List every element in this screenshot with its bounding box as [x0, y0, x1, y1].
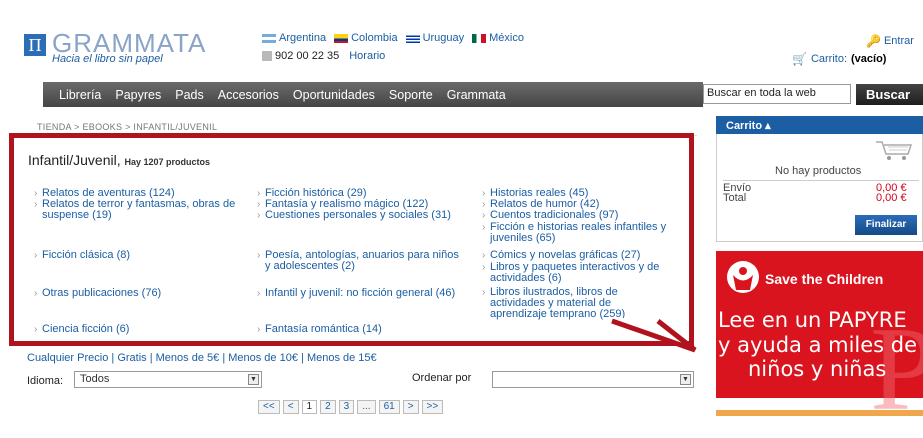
breadcrumb[interactable]: TIENDA > EBOOKS > INFANTIL/JUVENIL [37, 122, 217, 132]
horario-link[interactable]: Horario [349, 50, 385, 62]
country-uruguay[interactable]: Uruguay [405, 32, 465, 44]
nav-item-pads[interactable]: Pads [175, 88, 204, 102]
prev-page-button[interactable]: < [282, 400, 299, 414]
page-61-button[interactable]: 61 [378, 400, 400, 414]
mexico-flag-icon [472, 33, 487, 43]
country-label: Uruguay [422, 32, 465, 44]
chevron-down-icon: ▼ [248, 374, 259, 385]
nav-item-grammata[interactable]: Grammata [447, 88, 506, 102]
page-1-button[interactable]: 1 [301, 400, 318, 414]
checkout-button[interactable]: Finalizar [855, 215, 917, 235]
country-label: Colombia [351, 32, 398, 44]
language-value: Todos [80, 373, 110, 385]
first-page-button[interactable]: << [258, 400, 280, 414]
uruguay-flag-icon [405, 33, 420, 43]
ad-line-1: Lee en un PAPYRE [718, 308, 907, 332]
pagination: << < 1 2 3 ... 61 > >> [258, 400, 444, 414]
price-filter: Cualquier Precio | Gratis | Menos de 5€ … [27, 352, 377, 364]
cart-widget-title[interactable]: Carrito ▴ [716, 116, 923, 134]
divider [723, 180, 919, 181]
price-under-5-link[interactable]: Menos de 5€ [156, 352, 220, 364]
country-colombia[interactable]: Colombia [334, 32, 398, 44]
nav-item-soporte[interactable]: Soporte [389, 88, 433, 102]
ad-strip [716, 410, 923, 416]
shopping-cart-icon [876, 141, 913, 160]
cart-status: (vacío) [851, 53, 887, 65]
price-any-link[interactable]: Cualquier Precio [27, 352, 108, 364]
page-ellipsis: ... [357, 400, 376, 414]
search-button[interactable]: Buscar [856, 84, 923, 105]
phone-icon [262, 51, 272, 61]
logo-mark[interactable]: Π [24, 34, 46, 56]
login-link[interactable]: 🔑 Entrar [866, 34, 914, 48]
country-mexico[interactable]: México [472, 32, 524, 44]
key-icon: 🔑 [866, 34, 881, 48]
language-label: Idioma: [27, 375, 64, 387]
contact-row: 902 00 22 35 Horario [262, 50, 385, 62]
header-cart-link[interactable]: 🛒 Carrito: (vacío) [792, 52, 886, 66]
nav-item-papyres[interactable]: Papyres [115, 88, 161, 102]
search-input[interactable]: Buscar en toda la web [703, 84, 851, 104]
country-links: Argentina Colombia Uruguay México [262, 32, 524, 44]
country-argentina[interactable]: Argentina [262, 32, 326, 44]
price-under-10-link[interactable]: Menos de 10€ [228, 352, 298, 364]
page-3-button[interactable]: 3 [338, 400, 355, 414]
last-page-button[interactable]: >> [421, 400, 444, 414]
sort-label: Ordenar por [412, 372, 472, 384]
language-select[interactable]: Todos ▼ [74, 371, 262, 388]
phone-number: 902 00 22 35 [262, 50, 339, 62]
chevron-down-icon: ▼ [680, 374, 691, 385]
phone-text: 902 00 22 35 [275, 50, 340, 62]
nav-item-oportunidades[interactable]: Oportunidades [293, 88, 375, 102]
country-label: México [489, 32, 524, 44]
save-the-children-logo-icon [727, 261, 759, 293]
logo-tagline: Hacia el libro sin papel [52, 53, 163, 65]
price-under-15-link[interactable]: Menos de 15€ [307, 352, 377, 364]
next-page-button[interactable]: > [402, 400, 419, 414]
highlight-callout [9, 133, 694, 346]
login-label: Entrar [883, 35, 914, 47]
country-label: Argentina [279, 32, 327, 44]
total-value: 0,00 € [876, 192, 907, 204]
sort-select[interactable]: ▼ [492, 371, 694, 388]
total-label: Total [723, 192, 747, 204]
nav-item-libreria[interactable]: Librería [59, 88, 101, 102]
shopping-cart-icon: 🛒 [792, 52, 807, 66]
argentina-flag-icon [262, 33, 276, 43]
ad-line-3: niños y niñas [748, 357, 887, 381]
cart-label: Carrito: [810, 53, 848, 65]
ad-brand: Save the Children [765, 271, 884, 287]
cart-empty-text: No hay productos [775, 165, 862, 177]
price-free-link[interactable]: Gratis [117, 352, 146, 364]
callout-tail [611, 318, 697, 353]
ad-line-2: y ayuda a miles de [718, 333, 918, 357]
page-2-button[interactable]: 2 [320, 400, 336, 414]
nav-item-accesorios[interactable]: Accesorios [218, 88, 279, 102]
colombia-flag-icon [334, 33, 349, 43]
main-nav: Librería Papyres Pads Accesorios Oportun… [43, 82, 703, 107]
